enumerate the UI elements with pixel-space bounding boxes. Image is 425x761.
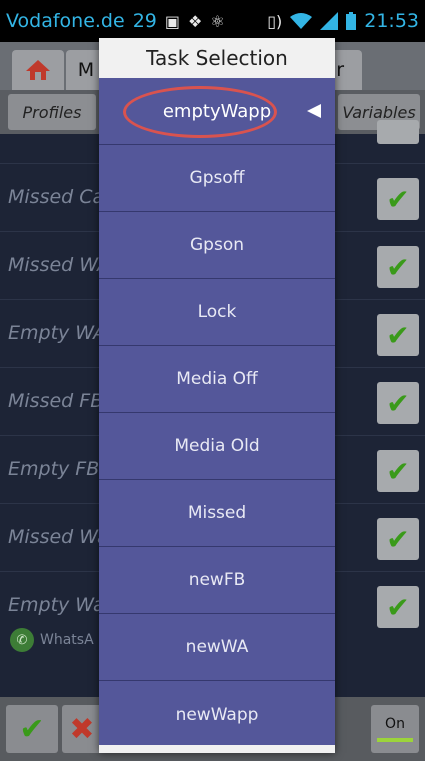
home-icon [26,60,50,80]
check-icon[interactable]: ✔ [377,178,419,220]
home-tab[interactable] [12,50,64,90]
notification-icons: 29 ▣ ❖ ⚛ [133,10,225,32]
profile-label: Missed FB [8,390,104,412]
profile-label: Empty WA [8,322,107,344]
profile-label: Empty Wa [8,594,105,616]
wifi-icon [290,13,313,29]
whatsapp-context: ✆ WhatsA [10,628,94,652]
task-item[interactable]: Media Old [99,413,335,480]
highlight-circle [123,86,277,138]
on-toggle[interactable]: On [371,705,419,753]
check-icon[interactable]: ✔ [377,586,419,628]
vibrate-icon: ▯) [267,11,283,31]
cancel-button[interactable]: ✖ [62,705,102,753]
system-icons: ▯) 21:53 [267,10,419,32]
task-item[interactable]: Gpsoff [99,145,335,212]
task-item[interactable]: Gpson [99,212,335,279]
apply-button[interactable]: ✔ [6,705,58,753]
check-icon[interactable] [377,120,419,144]
check-icon[interactable]: ✔ [377,518,419,560]
carrier-label: Vodafone.de [6,10,125,32]
profile-label: Missed Ca [8,186,105,208]
tasker-icon: ⚛ [210,11,225,31]
task-selection-dialog: Task Selection emptyWapp Gpsoff Gpson Lo… [99,38,335,753]
dialog-footer [99,745,335,753]
image-icon: ▣ [164,11,180,31]
check-icon[interactable]: ✔ [377,314,419,356]
task-item[interactable]: newFB [99,547,335,614]
selected-arrow-icon [307,104,321,118]
task-item-selected[interactable]: emptyWapp [99,78,335,145]
notification-count: 29 [132,10,157,32]
profile-label: Missed Wa [8,526,109,548]
signal-icon [320,12,339,30]
tab-profiles[interactable]: Profiles [8,94,96,130]
profile-label: Empty FB [8,458,100,480]
battery-icon [346,12,357,30]
check-icon[interactable]: ✔ [377,450,419,492]
check-icon[interactable]: ✔ [377,382,419,424]
status-bar: Vodafone.de 29 ▣ ❖ ⚛ ▯) 21:53 [0,0,425,42]
task-item[interactable]: newWA [99,614,335,681]
check-icon[interactable]: ✔ [377,246,419,288]
dropbox-icon: ❖ [188,11,203,31]
profile-label: Missed WA [8,254,111,276]
whatsapp-label: WhatsA [40,632,94,648]
dialog-title: Task Selection [99,38,335,78]
task-item[interactable]: newWapp [99,681,335,748]
task-item[interactable]: Missed [99,480,335,547]
whatsapp-icon: ✆ [10,628,34,652]
task-item[interactable]: Media Off [99,346,335,413]
clock: 21:53 [364,10,419,32]
task-item[interactable]: Lock [99,279,335,346]
on-label: On [385,716,405,732]
on-indicator [377,738,413,742]
